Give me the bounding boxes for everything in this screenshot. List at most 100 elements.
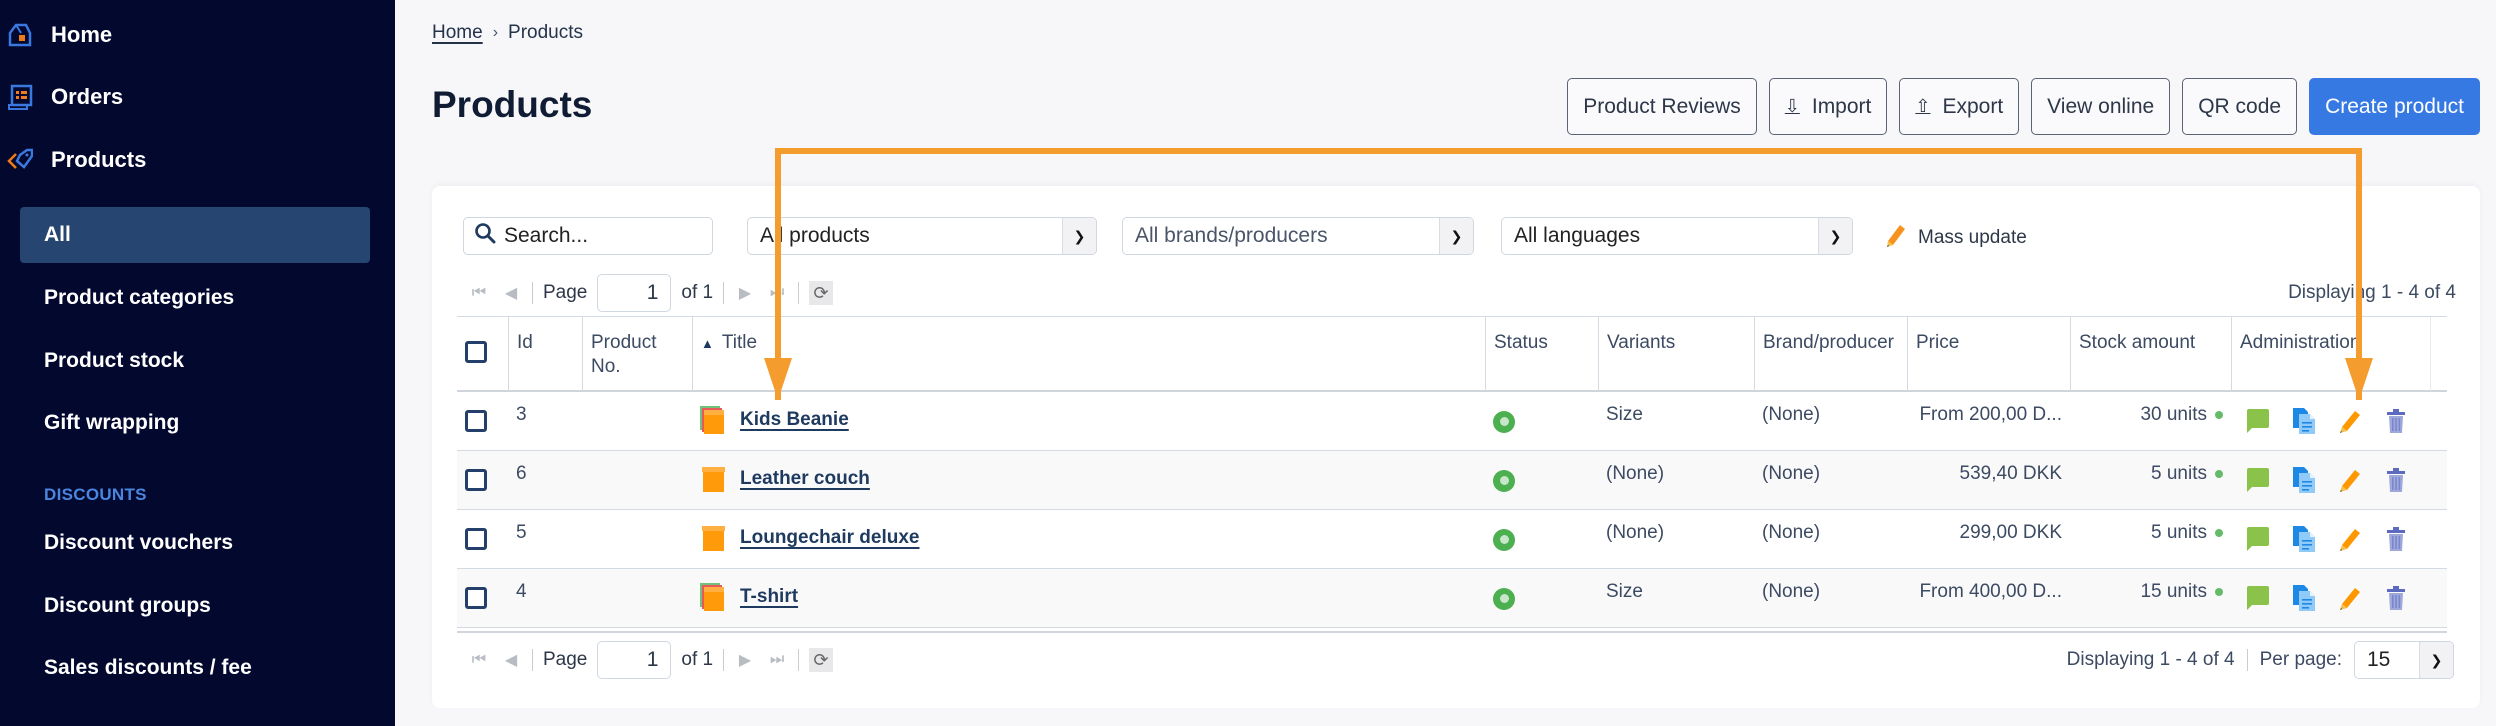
row-checkbox[interactable] [465,528,487,550]
sidebar-item-orders[interactable]: Orders [0,77,123,117]
column-header-status[interactable]: Status [1485,317,1598,391]
refresh-icon[interactable]: ⟳ [809,648,834,672]
product-variants-icon [700,406,726,434]
product-variants-icon [700,583,726,611]
first-page-icon[interactable]: ⏮ [468,284,490,302]
copy-icon[interactable] [2291,407,2317,435]
qr-code-button[interactable]: QR code [2182,78,2298,135]
edit-pencil-icon[interactable] [2337,407,2363,435]
sidebar-item-sales-discounts[interactable]: Sales discounts / fee [20,640,370,696]
delete-trash-icon[interactable] [2383,525,2409,553]
edit-pencil-icon[interactable] [2337,466,2363,494]
per-page-select[interactable]: 15 ❯ [2354,641,2454,679]
edit-pencil-icon[interactable] [2337,525,2363,553]
chevron-down-icon: ❯ [1439,218,1473,254]
page-number-input[interactable]: 1 [597,641,672,679]
cell-stock: 5 units [2070,510,2231,568]
row-checkbox[interactable] [465,410,487,432]
column-header-title[interactable]: ▲ Title [692,317,1485,391]
sidebar-item-discount-groups[interactable]: Discount groups [20,578,370,634]
create-product-button[interactable]: Create product [2309,78,2480,135]
displaying-count-top: Displaying 1 - 4 of 4 [2288,282,2456,303]
sidebar-item-all[interactable]: All [20,207,370,263]
page-label: Page [543,282,588,303]
product-reviews-button[interactable]: Product Reviews [1567,78,1757,135]
button-label: Create product [2325,94,2464,118]
product-title-link[interactable]: Loungechair deluxe [740,527,919,548]
status-active-icon[interactable] [1493,469,1515,492]
row-checkbox[interactable] [465,587,487,609]
brands-filter-select[interactable]: All brands/producers ❯ [1122,217,1474,255]
table-row: 6 Leather couch (None) (None) 539,40 DKK 5 un… [457,451,2447,510]
column-header-variants[interactable]: Variants [1598,317,1754,391]
sidebar-item-products[interactable]: Products [0,140,146,180]
copy-icon[interactable] [2291,466,2317,494]
edit-pencil-icon[interactable] [2337,584,2363,612]
product-title-link[interactable]: T-shirt [740,586,798,607]
comment-icon[interactable] [2245,584,2271,612]
column-header-product-no[interactable]: Product No. [582,317,692,391]
status-active-icon[interactable] [1493,587,1515,610]
product-title-link[interactable]: Kids Beanie [740,409,849,430]
products-panel: Search... All products ❯ All brands/prod… [432,186,2480,708]
column-header-price[interactable]: Price [1907,317,2070,391]
mass-update-label: Mass update [1918,227,2027,248]
search-input[interactable]: Search... [463,217,713,255]
delete-trash-icon[interactable] [2383,584,2409,612]
product-box-icon [700,524,726,552]
mass-update-button[interactable]: Mass update [1884,222,2027,254]
sidebar-item-gift-wrapping[interactable]: Gift wrapping [20,395,370,451]
view-online-button[interactable]: View online [2031,78,2171,135]
languages-filter-select[interactable]: All languages ❯ [1501,217,1853,255]
cell-administration [2231,392,2431,450]
page-number-input[interactable]: 1 [597,274,672,312]
cell-brand: (None) [1762,463,1821,484]
refresh-icon[interactable]: ⟳ [809,281,834,305]
row-checkbox[interactable] [465,469,487,491]
export-button[interactable]: ⇧ Export [1899,78,2020,135]
sidebar-item-home[interactable]: Home [0,15,112,55]
last-page-icon[interactable]: ⏭ [766,651,788,669]
delete-trash-icon[interactable] [2383,407,2409,435]
stock-status-dot [2215,528,2223,537]
import-button[interactable]: ⇩ Import [1768,78,1888,135]
products-filter-select[interactable]: All products ❯ [747,217,1097,255]
sidebar-item-label: Sales discounts / fee [44,656,252,679]
sidebar-item-product-stock[interactable]: Product stock [20,333,370,389]
stock-amount: 5 units [2151,522,2207,543]
comment-icon[interactable] [2245,525,2271,553]
cell-administration [2231,569,2431,627]
status-active-icon[interactable] [1493,528,1515,551]
chevron-down-icon: ❯ [1818,218,1852,254]
breadcrumb: Home › Products [432,22,583,44]
comment-icon[interactable] [2245,466,2271,494]
sidebar-item-label: Discount vouchers [44,531,234,554]
sidebar-item-discount-vouchers[interactable]: Discount vouchers [20,515,370,571]
copy-icon[interactable] [2291,584,2317,612]
product-title-link[interactable]: Leather couch [740,468,870,489]
column-header-stock[interactable]: Stock amount [2070,317,2231,391]
sidebar-item-product-categories[interactable]: Product categories [20,270,370,326]
prev-page-icon[interactable]: ◀ [500,650,522,670]
breadcrumb-home-link[interactable]: Home [432,22,483,44]
page-label: Page [543,649,588,670]
column-header-id[interactable]: Id [508,317,582,391]
copy-icon[interactable] [2291,525,2317,553]
page-title: Products [432,84,593,125]
sidebar-item-label: Product stock [44,349,185,372]
column-header-brand[interactable]: Brand/producer [1754,317,1907,391]
next-page-icon[interactable]: ▶ [734,283,756,303]
status-active-icon[interactable] [1493,410,1515,433]
cell-status [1485,451,1598,509]
select-all-checkbox[interactable] [465,341,487,363]
next-page-icon[interactable]: ▶ [734,650,756,670]
last-page-icon[interactable]: ⏭ [766,284,788,302]
comment-icon[interactable] [2245,407,2271,435]
select-value: 15 [2367,648,2391,671]
chevron-down-icon: ❯ [2419,642,2453,678]
first-page-icon[interactable]: ⏮ [468,651,490,669]
delete-trash-icon[interactable] [2383,466,2409,494]
prev-page-icon[interactable]: ◀ [500,283,522,303]
cell-brand: (None) [1762,522,1821,543]
divider [532,649,533,671]
